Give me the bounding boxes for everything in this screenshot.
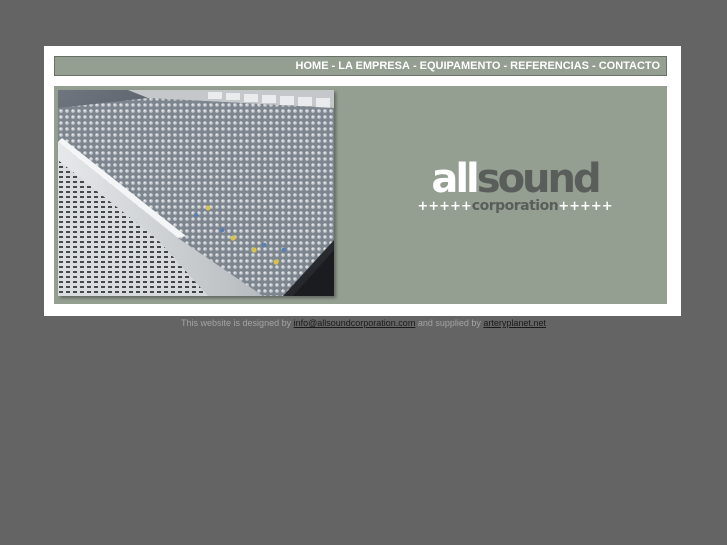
- logo-all: all: [431, 156, 479, 202]
- allsound-logo: allsound +++++corporation+++++: [410, 158, 620, 214]
- footer-supplier-link[interactable]: arteryplanet.net: [483, 318, 546, 328]
- logo-plus-left: +++++: [417, 199, 472, 214]
- nav-separator: -: [503, 60, 508, 72]
- logo-plus-right: +++++: [558, 199, 613, 214]
- content-frame: HOME - LA EMPRESA - EQUIPAMENTO - REFERE…: [44, 46, 681, 316]
- footer-middle: and supplied by: [417, 318, 481, 328]
- logo-corporation: corporation: [471, 198, 559, 214]
- footer-prefix: This website is designed by: [181, 318, 292, 328]
- nav-contacto[interactable]: CONTACTO: [599, 60, 660, 72]
- footer-credits: This website is designed by info@allsoun…: [0, 318, 727, 328]
- nav-separator: -: [331, 60, 336, 72]
- nav-referencias[interactable]: REFERENCIAS: [510, 60, 589, 72]
- mixing-console-image: [58, 90, 334, 296]
- footer-email-link[interactable]: info@allsoundcorporation.com: [294, 318, 416, 328]
- nav-separator: -: [412, 60, 417, 72]
- logo-sound: sound: [476, 156, 602, 202]
- hero-panel: allsound +++++corporation+++++: [54, 86, 667, 304]
- nav-la-empresa[interactable]: LA EMPRESA: [338, 60, 410, 72]
- main-nav: HOME - LA EMPRESA - EQUIPAMENTO - REFERE…: [54, 56, 667, 76]
- nav-equipamento[interactable]: EQUIPAMENTO: [420, 60, 501, 72]
- nav-separator: -: [592, 60, 596, 72]
- logo-tagline: +++++corporation+++++: [410, 198, 620, 214]
- nav-home[interactable]: HOME: [296, 60, 329, 72]
- logo-wordmark: allsound: [410, 158, 620, 200]
